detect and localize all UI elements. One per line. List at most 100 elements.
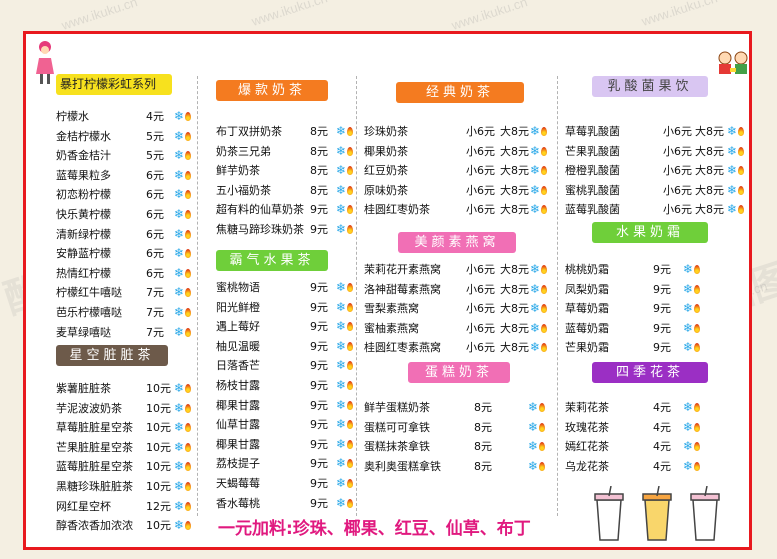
item-price: 6元 [146, 227, 164, 241]
item-name: 金桔柠檬水 [56, 129, 111, 143]
item-price: 6元 [146, 247, 164, 261]
snowflake-icon: ❄ [336, 222, 347, 236]
flame-icon [185, 308, 191, 317]
flame-icon [347, 322, 353, 332]
kids-illustration [716, 50, 750, 78]
flame-icon [347, 479, 353, 488]
item-price-large: 大8元 [695, 164, 724, 178]
snowflake-icon: ❄ [530, 262, 541, 276]
flame-icon [694, 442, 700, 452]
flame-icon [539, 461, 545, 471]
item-price-small: 小6元 [466, 321, 495, 335]
flame-icon [541, 185, 547, 195]
item-price-small: 小6元 [663, 203, 692, 217]
item-name: 蜜柚素燕窝 [364, 321, 419, 335]
menu-item-fruit: 杨枝甘露 9元 ❄ [216, 376, 416, 395]
item-price-small: 小6元 [663, 164, 692, 178]
item-price: 6元 [146, 168, 164, 182]
snowflake-icon: ❄ [683, 439, 694, 454]
item-price: 8元 [310, 183, 328, 197]
item-price-small: 小6元 [466, 164, 495, 178]
snowflake-icon: ❄ [336, 358, 347, 373]
item-name: 柠檬水 [56, 110, 89, 123]
watermark-text: www.ikuku.cn [639, 0, 720, 29]
flame-icon [541, 205, 547, 215]
flame-icon [347, 420, 353, 430]
menu-item-beauty: 茉莉花开素燕窝 小6元 大8元 ❄ [364, 260, 564, 279]
item-name: 遇上莓好 [216, 320, 260, 334]
snowflake-icon: ❄ [336, 417, 347, 432]
snowflake-icon: ❄ [336, 163, 347, 178]
snowflake-icon: ❄ [530, 182, 541, 197]
menu-item-cake: 鲜芋蛋糕奶茶 8元 ❄ [364, 398, 564, 417]
item-price: 9元 [310, 496, 328, 510]
item-name: 布丁双拼奶茶 [216, 125, 282, 138]
snowflake-icon: ❄ [683, 419, 694, 434]
section-header-classic: 经典奶茶 [396, 82, 524, 103]
item-name: 麦草绿嘻哒 [56, 325, 111, 339]
item-name: 安静蓝柠檬 [56, 247, 111, 261]
flame-icon [347, 400, 353, 410]
item-price-large: 大8元 [500, 203, 529, 217]
item-price-small: 小6元 [466, 183, 495, 197]
menu-board: 暴打柠檬彩虹系列 柠檬水 4元 ❄ 金桔柠檬水 5元 ❄ 奶香金桔汁 5元 ❄ 蓝莓果粒多 6元 ❄ 初恋… [23, 31, 752, 550]
item-name: 茉莉花开素燕窝 [364, 263, 441, 276]
menu-item-classic: 原味奶茶 小6元 大8元 ❄ [364, 181, 564, 200]
menu-item-frost: 草莓奶霜 9元 ❄ [565, 299, 765, 318]
item-price: 8元 [310, 125, 328, 138]
flame-icon [347, 146, 353, 156]
item-name: 凤梨奶霜 [565, 282, 609, 296]
item-price: 9元 [310, 300, 328, 314]
flame-icon [347, 127, 353, 136]
item-price: 7元 [146, 286, 164, 300]
item-name: 初恋粉柠檬 [56, 188, 111, 202]
item-price: 10元 [146, 480, 171, 493]
snowflake-icon: ❄ [727, 182, 738, 197]
menu-item-yogurt: 蓝莓乳酸菌 小6元 大8元 ❄ [565, 200, 765, 219]
flame-icon [185, 131, 191, 141]
item-price: 6元 [146, 188, 164, 202]
item-price: 4元 [653, 401, 671, 414]
flame-icon [541, 284, 547, 294]
snowflake-icon: ❄ [174, 439, 185, 454]
flame-icon [185, 190, 191, 200]
item-name: 奥利奥蛋糕拿铁 [364, 459, 441, 473]
item-price: 8元 [474, 401, 492, 414]
snowflake-icon: ❄ [336, 319, 347, 334]
flame-icon [694, 265, 700, 274]
snowflake-icon: ❄ [174, 187, 185, 202]
section-header-fruit: 霸气水果茶 [216, 250, 328, 271]
item-price: 9元 [653, 282, 671, 296]
flame-icon [185, 482, 191, 491]
item-price-large: 大8元 [695, 144, 724, 158]
snowflake-icon: ❄ [683, 262, 694, 276]
flame-icon [185, 249, 191, 259]
item-price: 9元 [310, 477, 328, 490]
item-name: 奶茶三兄弟 [216, 144, 271, 158]
snowflake-icon: ❄ [336, 299, 347, 314]
snowflake-icon: ❄ [530, 202, 541, 217]
item-price: 9元 [310, 379, 328, 392]
flame-icon [185, 151, 191, 161]
item-price-large: 大8元 [500, 321, 529, 335]
item-price: 10元 [146, 401, 171, 415]
item-name: 椰果甘露 [216, 398, 260, 412]
flame-icon [185, 112, 191, 121]
snowflake-icon: ❄ [174, 324, 185, 339]
item-price: 4元 [653, 459, 671, 473]
item-price-small: 小6元 [663, 183, 692, 197]
snowflake-icon: ❄ [683, 340, 694, 355]
menu-item-frost: 凤梨奶霜 9元 ❄ [565, 280, 765, 299]
flame-icon [185, 229, 191, 239]
snowflake-icon: ❄ [683, 281, 694, 296]
flame-icon [185, 462, 191, 472]
menu-item-yogurt: 草莓乳酸菌 小6元 大8元 ❄ [565, 122, 765, 141]
item-price: 9元 [310, 359, 328, 373]
flame-icon [541, 304, 547, 314]
snowflake-icon: ❄ [174, 381, 185, 395]
item-price: 8元 [310, 144, 328, 158]
item-name: 芋泥波波奶茶 [56, 401, 122, 415]
menu-item-yogurt: 蜜桃乳酸菌 小6元 大8元 ❄ [565, 181, 765, 200]
menu-item-frost: 芒果奶霜 9元 ❄ [565, 338, 765, 357]
snowflake-icon: ❄ [683, 320, 694, 335]
